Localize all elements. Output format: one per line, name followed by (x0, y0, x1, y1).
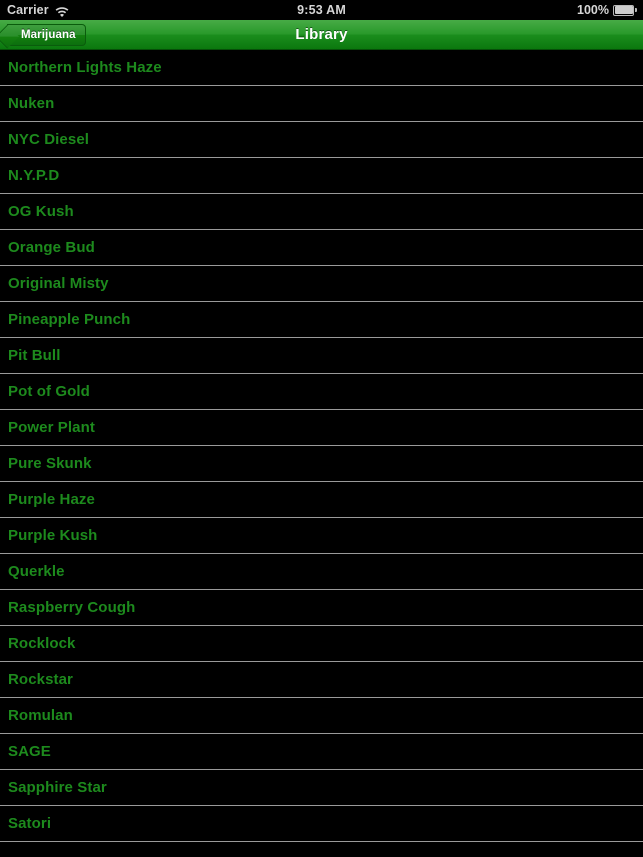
back-button-label: Marijuana (21, 28, 76, 41)
list-item[interactable]: Purple Kush (0, 518, 643, 554)
list-item-label: SAGE (8, 743, 51, 760)
list-item[interactable]: Pit Bull (0, 338, 643, 374)
list-item[interactable]: Orange Bud (0, 230, 643, 266)
status-bar-left: Carrier (0, 3, 69, 17)
back-button[interactable]: Marijuana (0, 23, 86, 48)
list-item-label: Raspberry Cough (8, 599, 136, 616)
list-item-label: Satori (8, 815, 52, 832)
list-item-label: N.Y.P.D (8, 167, 60, 184)
list-item-label: Rocklock (8, 635, 76, 652)
battery-percent-label: 100% (577, 3, 609, 17)
list-item[interactable]: Northern Lights Haze (0, 50, 643, 86)
list-item[interactable]: Sapphire Star (0, 770, 643, 806)
status-bar: Carrier 9:53 AM 100% (0, 0, 643, 20)
status-bar-clock: 9:53 AM (297, 3, 346, 17)
list-item-label: Pit Bull (8, 347, 61, 364)
list-item[interactable]: Power Plant (0, 410, 643, 446)
status-bar-right: 100% (577, 3, 643, 17)
navigation-bar: Marijuana Library (0, 20, 643, 50)
page-title: Library (295, 26, 348, 43)
list-item[interactable]: Original Misty (0, 266, 643, 302)
list-item[interactable]: N.Y.P.D (0, 158, 643, 194)
strain-list: Northern Lights Haze Nuken NYC Diesel N.Y.P… (0, 50, 643, 842)
list-item[interactable]: SAGE (0, 734, 643, 770)
list-item[interactable]: Pineapple Punch (0, 302, 643, 338)
list-item[interactable]: OG Kush (0, 194, 643, 230)
wifi-icon (55, 6, 69, 17)
list-item-label: Original Misty (8, 275, 109, 292)
list-item-label: Pineapple Punch (8, 311, 131, 328)
list-item-label: Rockstar (8, 671, 73, 688)
list-item[interactable]: Querkle (0, 554, 643, 590)
list-item[interactable]: Rocklock (0, 626, 643, 662)
list-item-label: Pure Skunk (8, 455, 92, 472)
list-item[interactable]: Pure Skunk (0, 446, 643, 482)
list-item-label: Pot of Gold (8, 383, 90, 400)
list-item-label: OG Kush (8, 203, 74, 220)
list-item[interactable]: Rockstar (0, 662, 643, 698)
list-item-label: Power Plant (8, 419, 95, 436)
list-item-label: Nuken (8, 95, 55, 112)
list-item[interactable]: Satori (0, 806, 643, 842)
chevron-left-icon (0, 24, 19, 48)
list-item-label: Purple Kush (8, 527, 98, 544)
list-item-label: Querkle (8, 563, 65, 580)
list-item-label: Sapphire Star (8, 779, 107, 796)
list-item[interactable]: Purple Haze (0, 482, 643, 518)
list-item-label: Romulan (8, 707, 73, 724)
carrier-label: Carrier (7, 3, 49, 17)
list-item[interactable]: Nuken (0, 86, 643, 122)
list-item-label: Orange Bud (8, 239, 95, 256)
list-item[interactable]: Pot of Gold (0, 374, 643, 410)
list-item-label: NYC Diesel (8, 131, 90, 148)
list-item[interactable]: Raspberry Cough (0, 590, 643, 626)
list-item[interactable]: NYC Diesel (0, 122, 643, 158)
list-item[interactable]: Romulan (0, 698, 643, 734)
list-item-label: Purple Haze (8, 491, 95, 508)
battery-full-icon (613, 4, 637, 16)
list-item-label: Northern Lights Haze (8, 59, 162, 76)
